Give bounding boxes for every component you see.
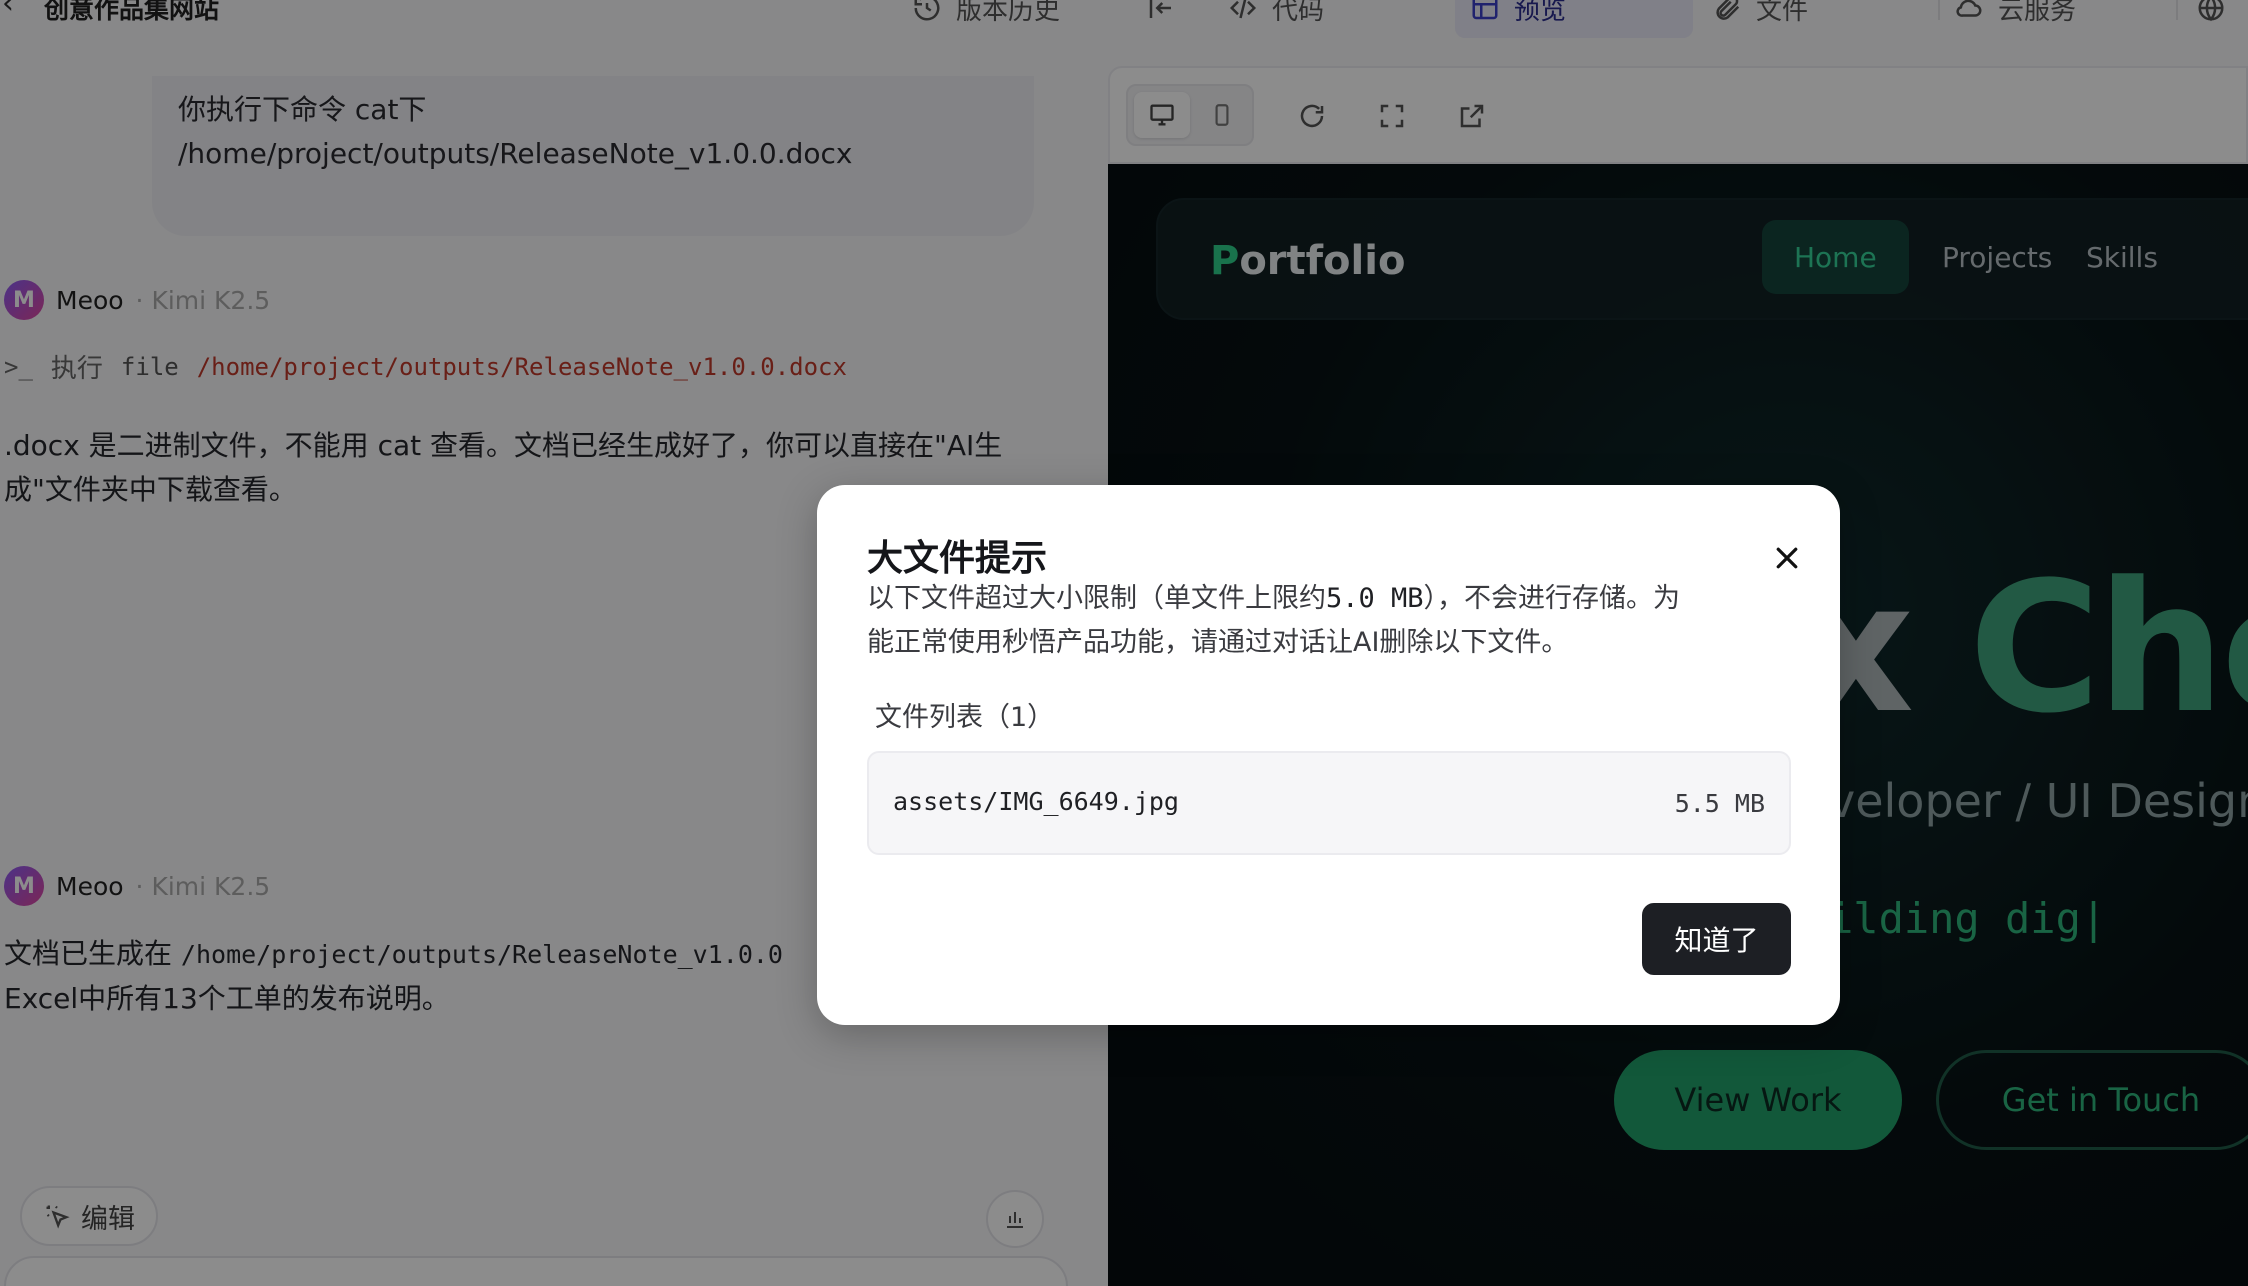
description-line: 以下文件超过大小限制（单文件上限约5.0 MB），不会进行存储。为 — [867, 577, 1767, 621]
large-file-dialog: 大文件提示 以下文件超过大小限制（单文件上限约5.0 MB），不会进行存储。为 … — [817, 485, 1840, 1025]
description-text: 以下文件超过大小限制（单文件上限约 — [867, 583, 1326, 614]
description-text: ），不会进行存储。为 — [1423, 583, 1681, 614]
file-name: assets/IMG_6649.jpg — [893, 787, 1179, 816]
dialog-title: 大文件提示 — [867, 538, 1048, 579]
file-size: 5.5 MB — [1674, 789, 1765, 818]
dialog-description: 以下文件超过大小限制（单文件上限约5.0 MB），不会进行存储。为 能正常使用秒… — [867, 577, 1767, 665]
file-list: assets/IMG_6649.jpg 5.5 MB — [867, 751, 1791, 855]
size-limit: 5.0 MB — [1326, 583, 1424, 614]
description-line: 能正常使用秒悟产品功能，请通过对话让AI删除以下文件。 — [867, 627, 1569, 658]
file-list-label: 文件列表（1） — [875, 702, 1055, 733]
acknowledge-button[interactable]: 知道了 — [1642, 903, 1791, 975]
close-icon[interactable] — [1772, 543, 1802, 573]
